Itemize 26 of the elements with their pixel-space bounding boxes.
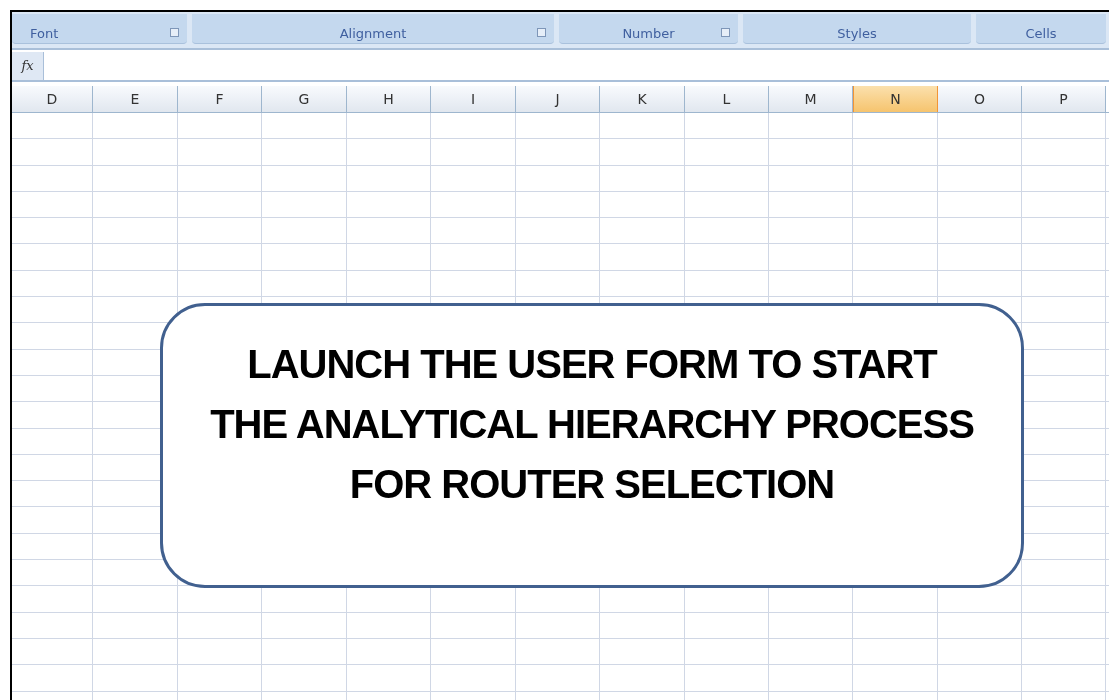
- column-header[interactable]: D: [12, 86, 93, 112]
- text-line: THE ANALYTICAL HIERARCHY PROCESS: [210, 401, 974, 448]
- column-header[interactable]: H: [347, 86, 431, 112]
- function-button[interactable]: fx: [12, 52, 44, 80]
- column-header[interactable]: J: [516, 86, 600, 112]
- column-header[interactable]: O: [938, 86, 1022, 112]
- column-header[interactable]: P: [1022, 86, 1106, 112]
- ribbon-group-label: Font: [30, 27, 59, 40]
- column-header[interactable]: E: [93, 86, 178, 112]
- column-header[interactable]: M: [769, 86, 853, 112]
- rounded-text-box[interactable]: LAUNCH THE USER FORM TO START THE ANALYTICAL HIERARCHY PROCESS FOR ROUTER SELECTION: [160, 303, 1024, 588]
- ribbon-group-label: Styles: [837, 27, 877, 40]
- dialog-launcher-icon[interactable]: [170, 28, 179, 37]
- text-line: FOR ROUTER SELECTION: [349, 461, 835, 508]
- dialog-launcher-icon[interactable]: [721, 28, 730, 37]
- column-header[interactable]: L: [685, 86, 769, 112]
- column-header[interactable]: K: [600, 86, 685, 112]
- text-line: LAUNCH THE USER FORM TO START: [247, 341, 937, 388]
- ribbon-group-label: Cells: [1025, 27, 1057, 40]
- dialog-launcher-icon[interactable]: [537, 28, 546, 37]
- column-header[interactable]: F: [178, 86, 262, 112]
- column-header[interactable]: I: [431, 86, 516, 112]
- ribbon-group-label: Number: [622, 27, 675, 40]
- column-header[interactable]: N: [853, 86, 938, 112]
- column-header[interactable]: G: [262, 86, 347, 112]
- ribbon-group-label: Alignment: [339, 27, 407, 40]
